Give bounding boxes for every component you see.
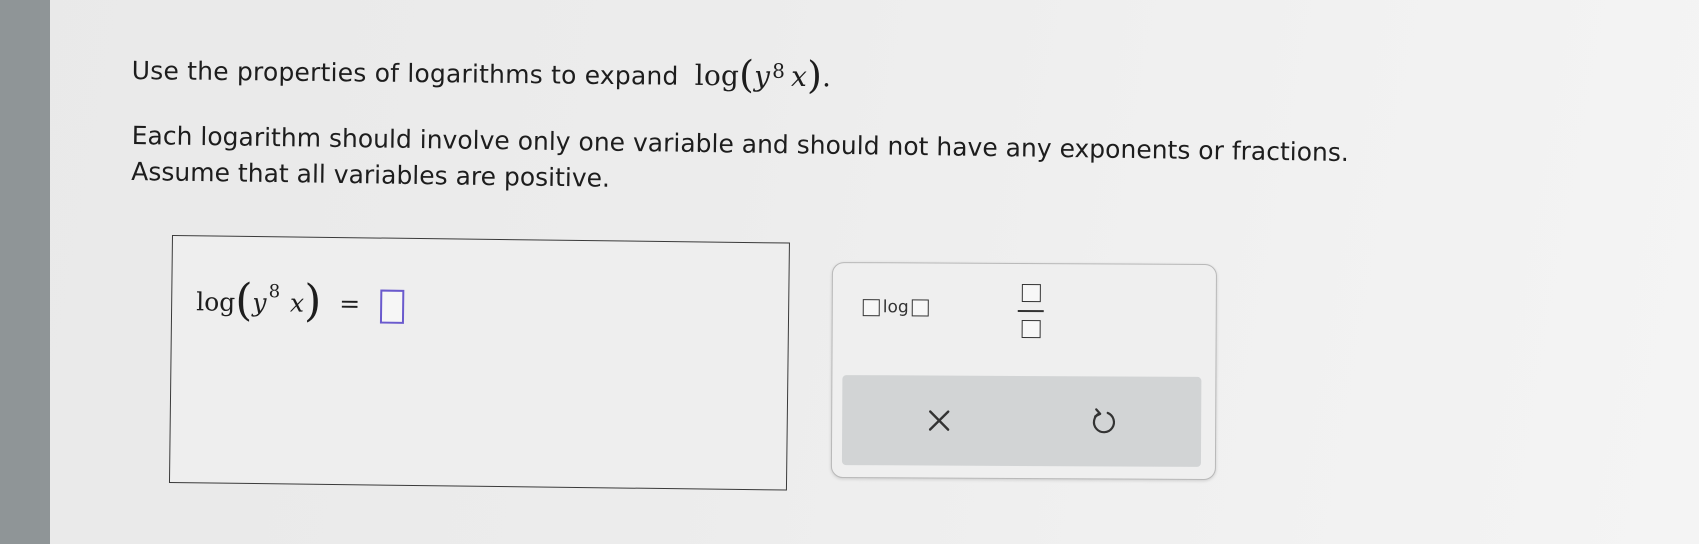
- answer-base-var: y: [252, 287, 267, 318]
- answer-box: log(y 8 x) =: [168, 235, 790, 491]
- answer-exponent: 8: [268, 281, 281, 303]
- question-intro: Use the properties of logarithms to expa…: [131, 55, 679, 91]
- log-template-button[interactable]: log: [862, 297, 929, 318]
- clear-button[interactable]: [914, 395, 964, 445]
- x-icon: [928, 410, 950, 431]
- numerator-slot-icon: [1021, 283, 1041, 303]
- left-edge-bar: [0, 0, 50, 544]
- log-func: log: [694, 58, 740, 93]
- answer-input[interactable]: [379, 289, 405, 324]
- equals-sign: =: [339, 289, 361, 319]
- answer-expression: log(y 8 x) =: [196, 270, 405, 327]
- undo-icon: [1092, 408, 1115, 434]
- question-instructions: Each logarithm should involve only one v…: [131, 118, 1349, 207]
- question-expression: log(y8 x).: [694, 52, 832, 98]
- denominator-slot-icon: [1021, 319, 1041, 339]
- math-toolbar: log: [830, 262, 1217, 481]
- question-prompt: Use the properties of logarithms to expa…: [131, 44, 832, 98]
- answer-second-var: x: [289, 288, 305, 318]
- log-template-label: log: [882, 297, 909, 318]
- second-var: x: [790, 59, 808, 94]
- action-bar: [841, 375, 1202, 467]
- answer-log-func: log: [196, 287, 236, 317]
- fraction-bar-icon: [1017, 309, 1044, 313]
- reset-button[interactable]: [1078, 396, 1128, 446]
- exponent: 8: [772, 58, 786, 83]
- coefficient-slot-icon: [862, 298, 880, 316]
- period: .: [821, 60, 832, 94]
- base-var: y: [753, 59, 771, 93]
- fraction-template-button[interactable]: [1016, 283, 1046, 339]
- argument-slot-icon: [911, 298, 929, 317]
